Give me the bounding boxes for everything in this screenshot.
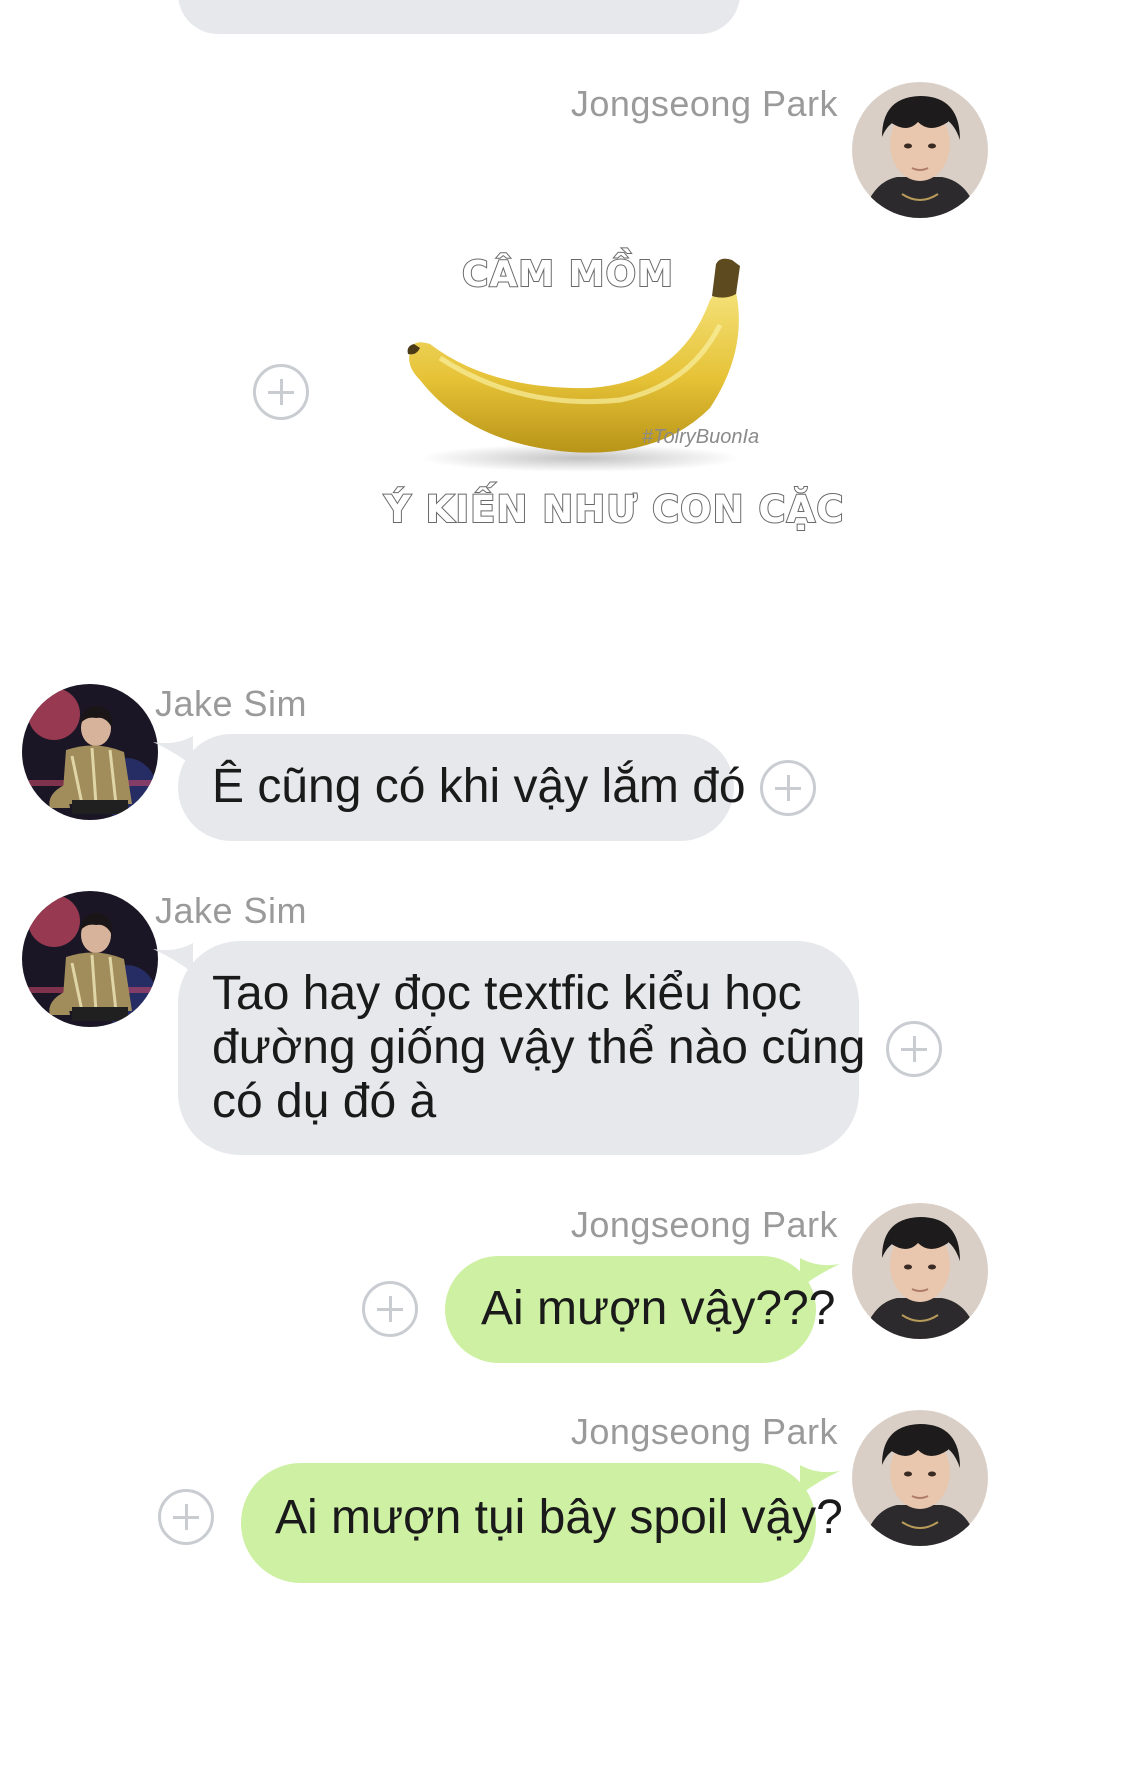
add-reaction-plus-circle-icon[interactable] <box>886 1021 942 1077</box>
avatar-image <box>852 1203 988 1339</box>
message-text-line: đường giống vậy thể nào cũng <box>212 1021 866 1074</box>
bubble-tail <box>800 1258 840 1288</box>
avatar-jongseong-park[interactable] <box>852 1203 988 1339</box>
avatar-image <box>22 684 158 820</box>
message-text: Ai mượn tụi bây spoil vậy? <box>275 1491 843 1544</box>
message-bubble[interactable]: Tao hay đọc textfic kiểu học đường giống… <box>178 941 866 1155</box>
add-reaction-plus-circle-icon[interactable] <box>760 760 816 816</box>
message-text: Ai mượn vậy??? <box>481 1282 836 1335</box>
message-bubble[interactable]: Ai mượn tụi bây spoil vậy? <box>241 1463 843 1583</box>
add-reaction-plus-circle-icon[interactable] <box>253 364 309 420</box>
avatar-jongseong-park[interactable] <box>852 1410 988 1546</box>
sender-name: Jongseong Park <box>570 1204 838 1245</box>
bubble-tail <box>800 1465 840 1495</box>
message-text: Ê cũng có khi vậy lắm đó <box>212 760 746 813</box>
sticker-bottom-text: Ý KIẾN NHƯ CON CẶC <box>383 487 845 532</box>
sender-name: Jake Sim <box>155 683 308 724</box>
message-text-line: Tao hay đọc textfic kiểu học <box>212 967 802 1020</box>
previous-message-bubble[interactable] <box>178 0 740 34</box>
add-reaction-plus-circle-icon[interactable] <box>362 1281 418 1337</box>
sticker-watermark: #TolryBuonIa <box>642 426 760 448</box>
sender-name: Jongseong Park <box>570 83 838 124</box>
avatar-image <box>852 82 988 218</box>
message-bubble[interactable]: Ai mượn vậy??? <box>445 1256 835 1363</box>
sender-name: Jake Sim <box>155 890 308 931</box>
sticker-top-text: CÂM MỒM <box>461 253 674 296</box>
sender-name: Jongseong Park <box>570 1411 838 1452</box>
avatar-image <box>22 891 158 1027</box>
sticker-image[interactable]: CÂM MỒM #TolryBuonIa Ý KIẾN NHƯ CON CẶC <box>380 230 844 550</box>
avatar-jongseong-park[interactable] <box>852 82 988 218</box>
message-bubble[interactable]: Ê cũng có khi vậy lắm đó <box>178 734 746 841</box>
message-text-line: có dụ đó à <box>212 1075 437 1128</box>
avatar-image <box>852 1410 988 1546</box>
avatar-jake-sim[interactable] <box>22 891 158 1027</box>
avatar-jake-sim[interactable] <box>22 684 158 820</box>
add-reaction-plus-circle-icon[interactable] <box>158 1489 214 1545</box>
